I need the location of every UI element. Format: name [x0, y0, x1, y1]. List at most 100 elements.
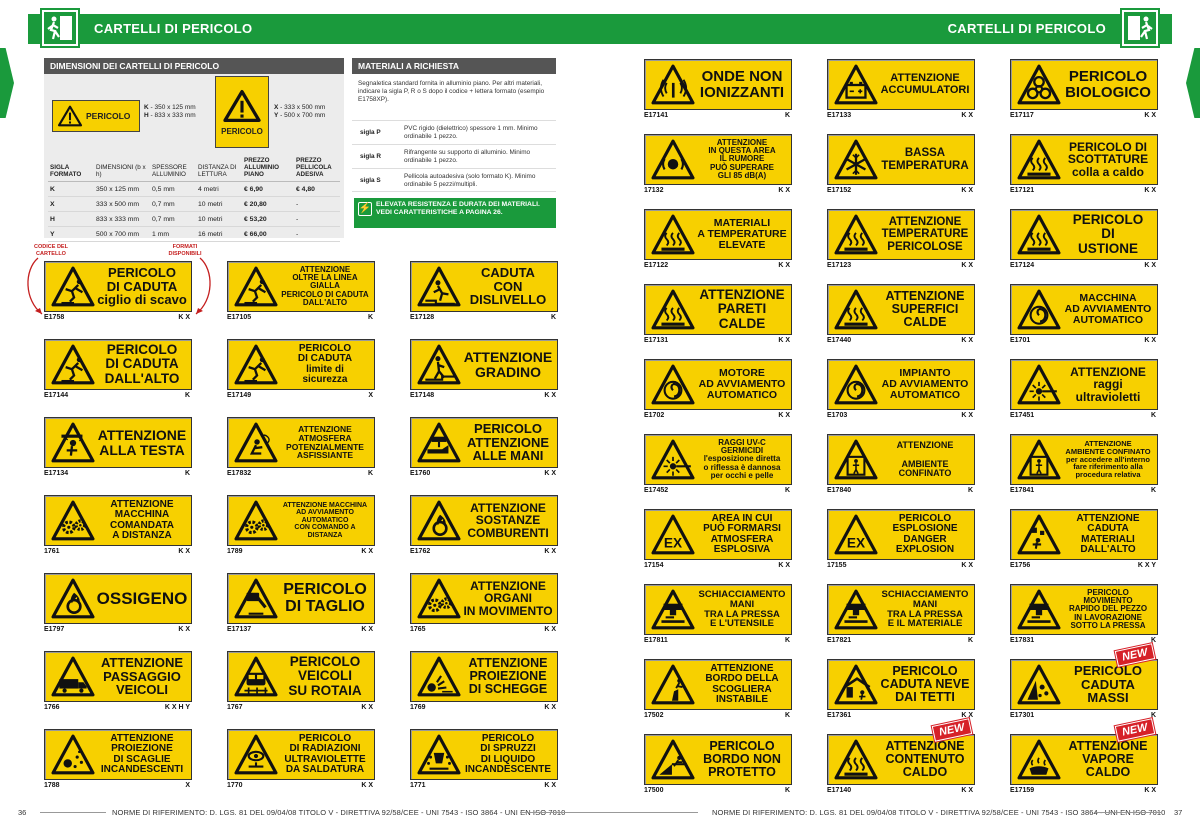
- danger-sign: OSSIGENO: [44, 573, 192, 624]
- sign-formats: K X: [361, 704, 373, 711]
- danger-sign: ATTENZIONE GRADINO: [410, 339, 558, 390]
- falling-person-icon: [233, 344, 279, 386]
- sign-formats: K X: [178, 626, 190, 633]
- material-row: sigla P PVC rigido (dielettrico) spessor…: [352, 120, 556, 144]
- page-number: 36: [18, 808, 27, 817]
- sign-text: OSSIGENO: [96, 588, 188, 608]
- sign-formats: K X: [361, 548, 373, 555]
- material-row: sigla S Pellicola autoadesiva (solo form…: [352, 168, 556, 192]
- warning-triangle-icon: [223, 89, 261, 122]
- danger-sign: PERICOLO DI SCOTTATURE colla a caldo: [1010, 134, 1158, 185]
- sign-card: EX PERICOLO ESPLOSIONE DANGER EXPLOSION 17…: [827, 509, 975, 577]
- sign-code: 1767: [227, 704, 243, 711]
- footer-rule: [1094, 812, 1162, 813]
- table-cell: 500 x 700 mm: [94, 226, 150, 242]
- sign-code: E17128: [410, 314, 435, 321]
- sign-card: PERICOLO DI USTIONE E17124 K X: [1010, 209, 1158, 277]
- welding-icon: [233, 734, 279, 776]
- sign-formats: K: [784, 712, 790, 719]
- table-cell: 0,7 mm: [150, 196, 196, 212]
- sign-text: ATTENZIONE AMBIENTE CONFINATO per accede…: [1065, 438, 1151, 480]
- sign-text: ATTENZIONE IN QUESTA AREA IL RUMORE PUÒ …: [708, 137, 776, 181]
- sign-card: ATTENZIONE PASSAGGIO VEICOLI 1766 K X H Y: [44, 651, 192, 719]
- danger-sign: BASSA TEMPERATURA: [827, 134, 975, 185]
- page-number: 37: [1174, 808, 1183, 817]
- sign-text: ATTENZIONE ACCUMULATORI: [880, 71, 970, 96]
- sign-card: ATTENZIONE AMBIENTE CONFINATO E17840 K: [827, 434, 975, 502]
- table-cell: € 20,80: [242, 196, 294, 212]
- sign-code: 17132: [644, 187, 664, 194]
- gears-icon: [416, 578, 462, 620]
- sign-formats: K X H Y: [164, 704, 190, 711]
- sign-code: 1789: [227, 548, 243, 555]
- table-cell: Y: [48, 226, 94, 242]
- sign-code: E17152: [827, 187, 852, 194]
- danger-sign: ATTENZIONE CONTENUTO CALDO: [827, 734, 975, 785]
- material-value: Rifrangente su supporto di alluminio. Mi…: [404, 149, 531, 164]
- danger-sign: ATTENZIONE VAPORE CALDO: [1010, 734, 1158, 785]
- table-cell: -: [294, 211, 340, 227]
- biohazard-icon: [1016, 64, 1062, 106]
- sign-card: ATTENZIONE ORGANI IN MOVIMENTO 1765 K X: [410, 573, 558, 641]
- sign-code: E1702: [644, 412, 665, 419]
- sign-formats: K: [784, 487, 790, 494]
- sign-text: PERICOLO CADUTA NEVE DAI TETTI: [880, 663, 970, 705]
- table-cell: H: [48, 211, 94, 227]
- sign-formats: K: [967, 487, 973, 494]
- materials-description: Segnaletica standard fornita in allumini…: [358, 80, 545, 103]
- sign-card: ATTENZIONE SOSTANZE COMBURENTI E1762 K X: [410, 495, 558, 563]
- sign-text: PERICOLO ESPLOSIONE DANGER EXPLOSION: [892, 512, 958, 555]
- sign-formats: K X: [1144, 787, 1156, 794]
- sample-sign-text: PERICOLO: [86, 111, 131, 121]
- laser-icon: [650, 439, 696, 481]
- sign-card: PERICOLO BORDO NON PROTETTO 17500 K: [644, 734, 792, 802]
- sample-sign-text: PERICOLO: [221, 126, 263, 136]
- hand-crush-icon: [416, 422, 462, 464]
- danger-sign: ATTENZIONE AMBIENTE CONFINATO: [827, 434, 975, 485]
- table-cell: -: [294, 196, 340, 212]
- sign-formats: K: [550, 314, 556, 321]
- danger-sign: ATTENZIONE SOSTANZE COMBURENTI: [410, 495, 558, 546]
- steam-icon: [1016, 739, 1062, 781]
- table-cell: 0,5 mm: [150, 181, 196, 197]
- sign-formats: K X: [778, 562, 790, 569]
- sign-card: ATTENZIONE IN QUESTA AREA IL RUMORE PUÒ …: [644, 134, 792, 202]
- sign-text: ATTENZIONE PROIEZIONE DI SCHEGGE: [468, 655, 548, 697]
- splinter-icon: [416, 656, 462, 698]
- danger-sign: CADUTA CON DISLIVELLO: [410, 261, 558, 312]
- sign-text: AREA IN CUI PUÒ FORMARSI ATMOSFERA ESPLO…: [703, 512, 781, 555]
- sign-formats: X: [368, 392, 373, 399]
- page-header-right: CARTELLI DI PERICOLO: [600, 8, 1172, 48]
- table-cell: 4 metri: [196, 181, 242, 197]
- sign-formats: K X: [1144, 337, 1156, 344]
- material-value: Pellicola autoadesiva (solo formato K). …: [404, 173, 536, 188]
- ex-icon: EX: [833, 514, 879, 556]
- edge-fall-icon: [650, 739, 696, 781]
- header-title: CARTELLI DI PERICOLO: [947, 21, 1106, 36]
- sign-formats: K: [784, 787, 790, 794]
- danger-sign: PERICOLO BIOLOGICO: [1010, 59, 1158, 110]
- sign-formats: K X: [361, 626, 373, 633]
- danger-sign: ATTENZIONE TEMPERATURE PERICOLOSE: [827, 209, 975, 260]
- sign-formats: K X: [544, 392, 556, 399]
- danger-sign: ATTENZIONE ATMOSFERA POTENZIALMENTE ASFI…: [227, 417, 375, 468]
- danger-sign: ATTENZIONE PASSAGGIO VEICOLI: [44, 651, 192, 702]
- falling-person-icon: [50, 266, 96, 308]
- sign-text: ATTENZIONE ALLA TESTA: [97, 426, 187, 458]
- footer-rule: [40, 812, 106, 813]
- danger-sign: ATTENZIONE SUPERFICI CALDE: [827, 284, 975, 335]
- sign-text: ATTENZIONE CONTENUTO CALDO: [885, 738, 965, 780]
- hot-surface-icon: [833, 289, 879, 331]
- table-row: X 333 x 500 mm 0,7 mm 10 metri € 20,80 -: [48, 196, 340, 212]
- sign-text: PERICOLO DI SCOTTATURE colla a caldo: [1067, 139, 1149, 179]
- snowflake-icon: [833, 139, 879, 181]
- sign-text: ATTENZIONE SOSTANZE COMBURENTI: [467, 500, 549, 540]
- sign-formats: K: [784, 637, 790, 644]
- sign-card: PERICOLO DI CADUTA DALL'ALTO E17144 K: [44, 339, 192, 407]
- danger-sign: PERICOLO DI USTIONE: [1010, 209, 1158, 260]
- sample-sign-x: PERICOLO: [215, 76, 269, 148]
- sign-card: ATTENZIONE CADUTA MATERIALI DALL'ALTO E17…: [1010, 509, 1158, 577]
- danger-sign: ATTENZIONE PROIEZIONE DI SCAGLIE INCANDE…: [44, 729, 192, 780]
- sign-formats: K X: [778, 187, 790, 194]
- danger-sign: ATTENZIONE IN QUESTA AREA IL RUMORE PUÒ …: [644, 134, 792, 185]
